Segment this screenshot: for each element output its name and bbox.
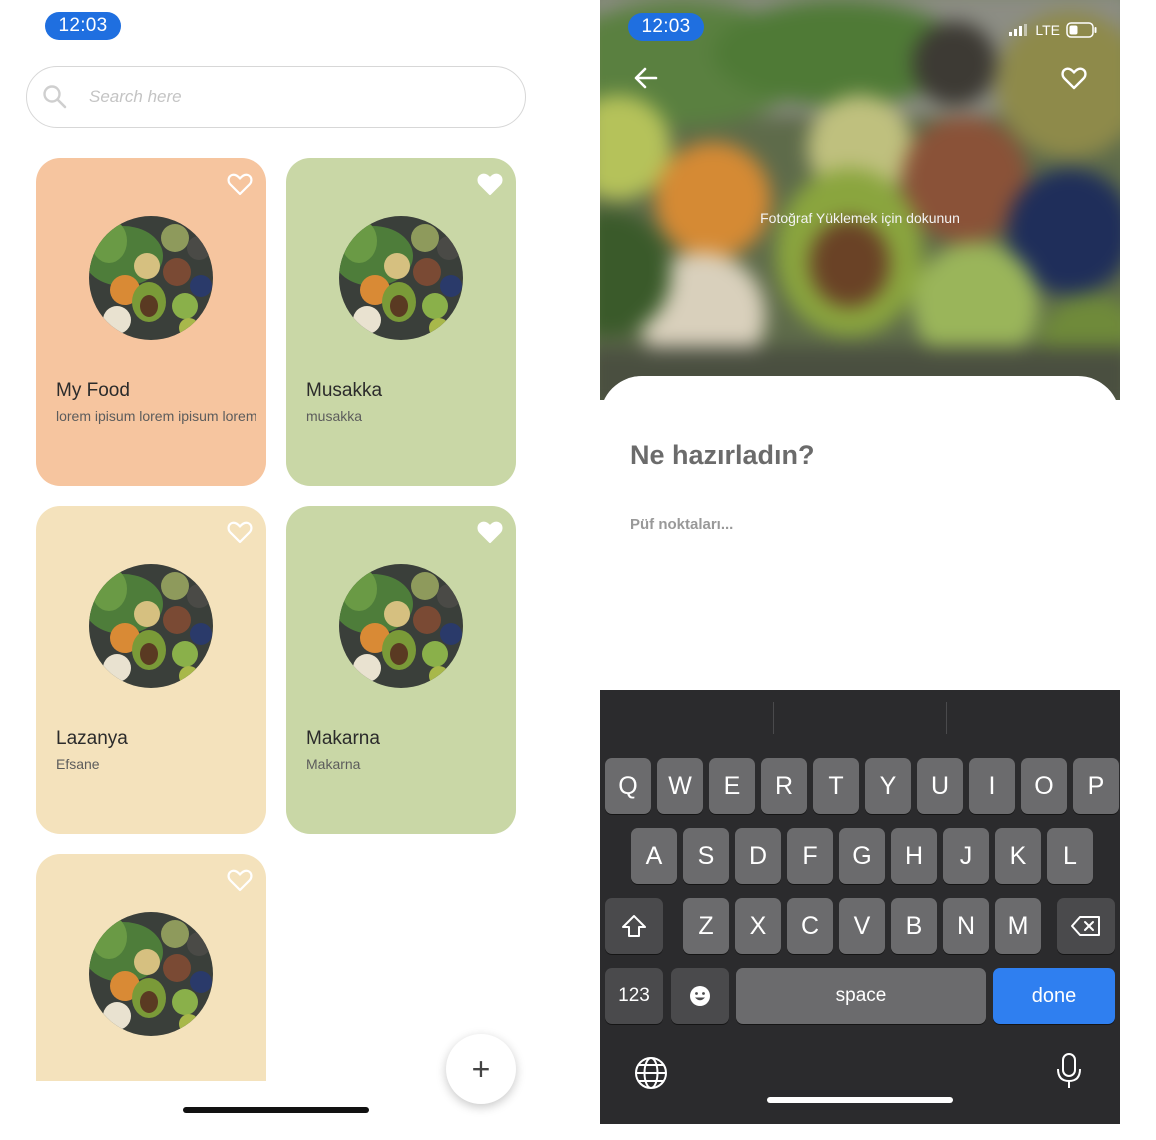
heart-outline-icon[interactable] (1060, 64, 1088, 92)
recipe-name-input[interactable]: Ne hazırladın? (630, 440, 815, 471)
heart-outline-icon[interactable] (226, 170, 254, 198)
key[interactable]: P (1073, 758, 1119, 814)
key[interactable]: X (735, 898, 781, 954)
shift-icon (622, 915, 646, 937)
onscreen-keyboard: Q W E R T Y U I O P A S D F G H J K L Z … (600, 690, 1120, 1124)
key[interactable]: J (943, 828, 989, 884)
heart-filled-icon[interactable] (476, 518, 504, 546)
search-bar[interactable]: Search here (26, 66, 526, 128)
status-indicators: LTE (1009, 22, 1098, 38)
key[interactable]: O (1021, 758, 1067, 814)
emoji-icon (690, 986, 710, 1006)
recipe-title: Makarna (306, 728, 380, 749)
search-icon (43, 85, 67, 109)
battery-icon (1066, 22, 1097, 38)
emoji-key[interactable] (671, 968, 729, 1024)
key[interactable]: L (1047, 828, 1093, 884)
food-image (89, 912, 213, 1036)
key[interactable]: V (839, 898, 885, 954)
signal-icon (1009, 24, 1028, 36)
tips-input[interactable]: Püf noktaları... (630, 516, 733, 533)
recipe-card[interactable]: Musakka musakka (286, 158, 516, 486)
recipe-title: Musakka (306, 380, 383, 401)
recipe-card[interactable]: Lazanya Efsane (36, 506, 266, 834)
food-image (339, 564, 463, 688)
key[interactable]: B (891, 898, 937, 954)
recipe-subtitle: Makarna (306, 756, 361, 772)
key[interactable]: G (839, 828, 885, 884)
recipe-title: My Food (56, 380, 130, 401)
heart-filled-icon[interactable] (476, 170, 504, 198)
key[interactable]: F (787, 828, 833, 884)
screenshot-stage: 12:03 Search here My Food lorem ipisum l… (0, 0, 1156, 1140)
back-arrow-icon[interactable] (632, 64, 660, 92)
key[interactable]: S (683, 828, 729, 884)
recipe-list-screen: 12:03 Search here My Food lorem ipisum l… (0, 0, 560, 1140)
recipe-subtitle: lorem ipisum lorem ipisum lorem (56, 408, 256, 424)
key[interactable]: K (995, 828, 1041, 884)
key[interactable]: I (969, 758, 1015, 814)
done-key[interactable]: done (993, 968, 1115, 1024)
suggestion-divider (773, 702, 774, 734)
recipe-subtitle: Efsane (56, 756, 100, 772)
add-recipe-screen: 12:03 LTE Fotoğraf Yüklemek için dokunun… (600, 0, 1120, 1124)
recipe-card[interactable]: My Food lorem ipisum lorem ipisum lorem (36, 158, 266, 486)
shift-key[interactable] (605, 898, 663, 954)
backspace-key[interactable] (1057, 898, 1115, 954)
recipe-title: Lazanya (56, 728, 128, 749)
key[interactable]: Z (683, 898, 729, 954)
key[interactable]: Q (605, 758, 651, 814)
key[interactable]: U (917, 758, 963, 814)
status-time: 12:03 (45, 12, 121, 40)
heart-outline-icon[interactable] (226, 518, 254, 546)
food-photo-background (600, 0, 1120, 400)
key[interactable]: T (813, 758, 859, 814)
key[interactable]: W (657, 758, 703, 814)
home-indicator (183, 1107, 369, 1113)
microphone-icon[interactable] (1056, 1052, 1082, 1090)
status-time: 12:03 (628, 13, 704, 41)
numbers-key[interactable]: 123 (605, 968, 663, 1024)
recipe-subtitle: musakka (306, 408, 363, 424)
recipe-card[interactable] (36, 854, 266, 1081)
key[interactable]: M (995, 898, 1041, 954)
food-image (89, 216, 213, 340)
key[interactable]: N (943, 898, 989, 954)
key[interactable]: C (787, 898, 833, 954)
recipe-form-sheet: Ne hazırladın? Püf noktaları... (600, 376, 1120, 696)
network-label: LTE (1035, 22, 1060, 38)
food-image (89, 564, 213, 688)
add-recipe-button[interactable]: + (446, 1034, 516, 1104)
key[interactable]: A (631, 828, 677, 884)
key[interactable]: H (891, 828, 937, 884)
upload-photo-hint[interactable]: Fotoğraf Yüklemek için dokunun (600, 210, 1120, 226)
recipe-grid: My Food lorem ipisum lorem ipisum lorem … (0, 140, 560, 1081)
photo-upload-area[interactable]: 12:03 LTE Fotoğraf Yüklemek için dokunun (600, 0, 1120, 400)
key[interactable]: Y (865, 758, 911, 814)
key[interactable]: E (709, 758, 755, 814)
food-image (339, 216, 463, 340)
key[interactable]: D (735, 828, 781, 884)
suggestion-divider (946, 702, 947, 734)
space-key[interactable]: space (736, 968, 986, 1024)
globe-icon[interactable] (634, 1056, 668, 1090)
backspace-icon (1071, 916, 1100, 936)
key[interactable]: R (761, 758, 807, 814)
heart-outline-icon[interactable] (226, 866, 254, 894)
home-indicator (767, 1097, 953, 1103)
search-input[interactable]: Search here (89, 87, 182, 107)
recipe-card[interactable]: Makarna Makarna (286, 506, 516, 834)
